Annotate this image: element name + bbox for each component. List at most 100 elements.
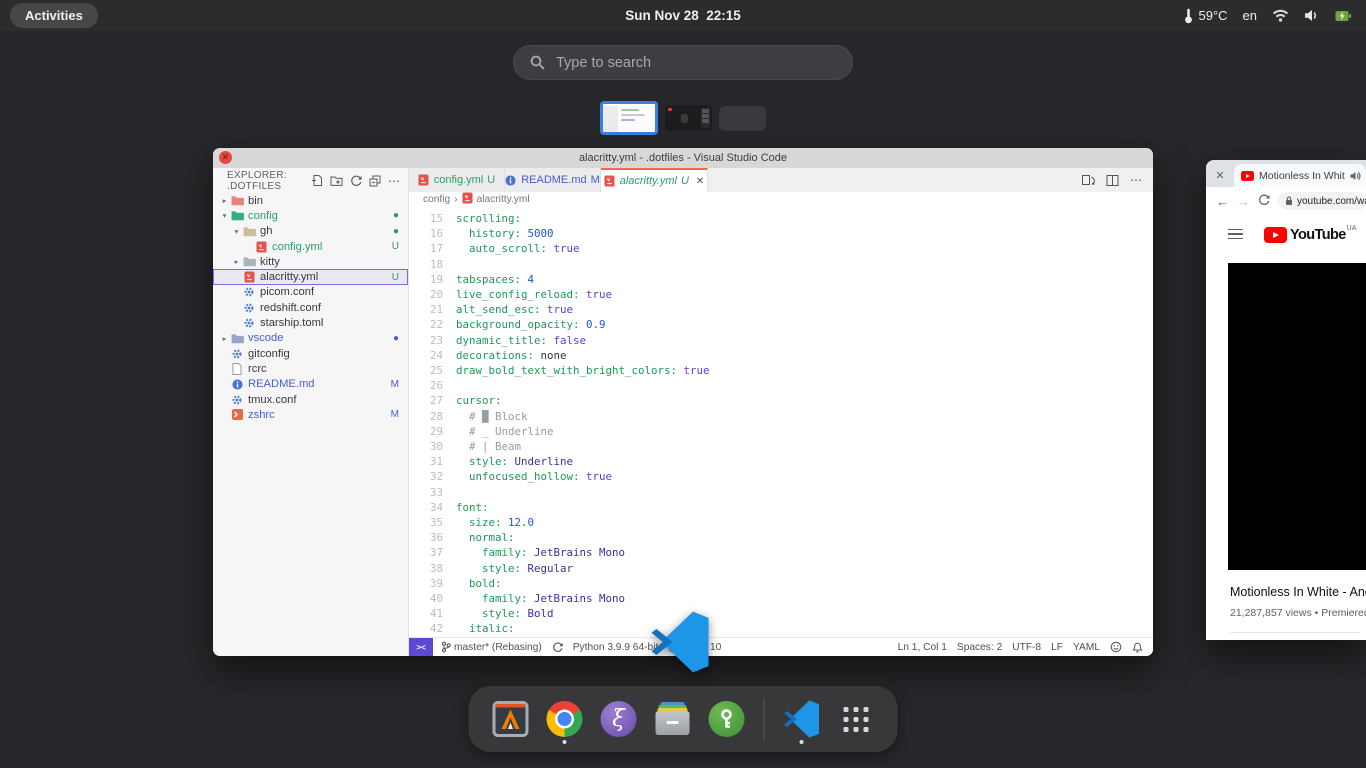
cursor-position[interactable]: Ln 1, Col 1 xyxy=(898,642,947,653)
vscode-titlebar[interactable]: ✕ alacritty.yml - .dotfiles - Visual Stu… xyxy=(213,148,1153,168)
search-input[interactable]: Type to search xyxy=(513,45,853,80)
code-line-31[interactable]: 31 style: Underline xyxy=(409,454,1153,469)
dock-chrome-icon[interactable] xyxy=(545,691,585,747)
breadcrumb-file[interactable]: alacritty.yml xyxy=(477,194,530,205)
code-line-20[interactable]: 20live_config_reload: true xyxy=(409,287,1153,302)
tree-item-picom.conf[interactable]: picom.conf xyxy=(213,285,408,300)
keyboard-layout[interactable]: en xyxy=(1243,8,1257,23)
code-line-36[interactable]: 36 normal: xyxy=(409,530,1153,545)
workspace-thumb-empty[interactable] xyxy=(719,106,766,131)
vscode-window[interactable]: ✕ alacritty.yml - .dotfiles - Visual Stu… xyxy=(213,148,1153,656)
tree-item-starship.toml[interactable]: starship.toml xyxy=(213,315,408,330)
code-line-17[interactable]: 17 auto_scroll: true xyxy=(409,241,1153,256)
code-editor[interactable]: 15scrolling:16 history: 500017 auto_scro… xyxy=(409,207,1153,637)
refresh-icon[interactable] xyxy=(350,175,362,187)
code-line-35[interactable]: 35 size: 12.0 xyxy=(409,515,1153,530)
tree-item-redshift.conf[interactable]: redshift.conf xyxy=(213,300,408,315)
dock-app-grid-icon[interactable] xyxy=(836,691,876,747)
code-line-33[interactable]: 33 xyxy=(409,485,1153,500)
tree-item-zshrc[interactable]: zshrcM xyxy=(213,407,408,422)
language-mode[interactable]: YAML xyxy=(1073,642,1100,653)
code-line-27[interactable]: 27cursor: xyxy=(409,393,1153,408)
code-line-15[interactable]: 15scrolling: xyxy=(409,211,1153,226)
tab-audio-icon[interactable] xyxy=(1350,171,1361,181)
youtube-logo[interactable]: YouTube UA xyxy=(1264,225,1356,243)
code-line-29[interactable]: 29 # _ Underline xyxy=(409,424,1153,439)
code-line-40[interactable]: 40 family: JetBrains Mono xyxy=(409,591,1153,606)
tab-close-button[interactable]: ✕ xyxy=(1206,164,1234,187)
tree-item-tmux.conf[interactable]: tmux.conf xyxy=(213,392,408,407)
indentation[interactable]: Spaces: 2 xyxy=(957,642,1002,653)
system-tray[interactable]: 59°C en xyxy=(1184,0,1352,31)
code-line-24[interactable]: 24decorations: none xyxy=(409,348,1153,363)
menu-icon[interactable] xyxy=(1228,229,1243,240)
code-line-32[interactable]: 32 unfocused_hollow: true xyxy=(409,469,1153,484)
sync-button[interactable] xyxy=(552,642,563,653)
editor-more-icon[interactable]: ⋯ xyxy=(1130,173,1143,187)
code-line-28[interactable]: 28 # █ Block xyxy=(409,409,1153,424)
line-number: 17 xyxy=(409,241,456,256)
dock-files-icon[interactable] xyxy=(653,691,693,747)
code-line-19[interactable]: 19tabspaces: 4 xyxy=(409,272,1153,287)
code-line-37[interactable]: 37 family: JetBrains Mono xyxy=(409,545,1153,560)
chrome-window[interactable]: ✕ Motionless In White - / ← → youtube.co… xyxy=(1206,160,1366,640)
tree-item-alacritty.yml[interactable]: alacritty.ymlU xyxy=(213,269,408,284)
git-branch-item[interactable]: master* (Rebasing) xyxy=(441,641,542,653)
git-status-badge: U xyxy=(392,272,399,283)
forward-button[interactable]: → xyxy=(1237,195,1250,208)
remote-indicator[interactable]: >< xyxy=(409,638,433,656)
tree-item-rcrc[interactable]: rcrc xyxy=(213,361,408,376)
split-editor-icon[interactable] xyxy=(1106,174,1119,187)
code-line-18[interactable]: 18 xyxy=(409,257,1153,272)
code-line-21[interactable]: 21alt_send_esc: true xyxy=(409,302,1153,317)
tree-item-kitty[interactable]: ▸kitty xyxy=(213,254,408,269)
tab-alacritty.yml[interactable]: alacritty.ymlU✕ xyxy=(601,168,708,192)
back-button[interactable]: ← xyxy=(1216,195,1229,208)
code-line-41[interactable]: 41 style: Bold xyxy=(409,606,1153,621)
tree-item-config.yml[interactable]: config.ymlU xyxy=(213,239,408,254)
code-line-42[interactable]: 42 italic: xyxy=(409,621,1153,636)
tree-item-config[interactable]: ▾config● xyxy=(213,208,408,223)
chrome-active-tab[interactable]: Motionless In White - / xyxy=(1234,164,1366,187)
python-interpreter[interactable]: Python 3.9.9 64-bit xyxy=(573,642,659,653)
more-actions-icon[interactable]: ⋯ xyxy=(388,174,400,188)
running-indicator xyxy=(800,740,804,744)
tree-item-gh[interactable]: ▾gh● xyxy=(213,224,408,239)
tab-close-icon[interactable]: ✕ xyxy=(696,176,704,187)
tree-item-vscode[interactable]: ▸vscode● xyxy=(213,331,408,346)
new-folder-icon[interactable] xyxy=(330,175,343,187)
breadcrumb-folder[interactable]: config xyxy=(423,194,450,205)
collapse-folders-icon[interactable] xyxy=(369,175,381,187)
code-line-25[interactable]: 25draw_bold_text_with_bright_colors: tru… xyxy=(409,363,1153,378)
code-line-16[interactable]: 16 history: 5000 xyxy=(409,226,1153,241)
code-line-38[interactable]: 38 style: Regular xyxy=(409,561,1153,576)
open-changes-icon[interactable] xyxy=(1081,174,1095,187)
code-line-26[interactable]: 26 xyxy=(409,378,1153,393)
new-file-icon[interactable] xyxy=(311,174,323,187)
code-line-22[interactable]: 22background_opacity: 0.9 xyxy=(409,317,1153,332)
notifications-bell-icon[interactable] xyxy=(1132,641,1143,653)
feedback-icon[interactable] xyxy=(1110,641,1122,653)
eol-sequence[interactable]: LF xyxy=(1051,642,1063,653)
address-bar[interactable]: youtube.com/wa xyxy=(1278,192,1366,210)
encoding[interactable]: UTF-8 xyxy=(1012,642,1041,653)
dock-keepassxc-icon[interactable] xyxy=(707,691,747,747)
code-line-39[interactable]: 39 bold: xyxy=(409,576,1153,591)
tree-item-gitconfig[interactable]: gitconfig xyxy=(213,346,408,361)
reload-button[interactable] xyxy=(1258,194,1270,208)
code-line-23[interactable]: 23dynamic_title: false xyxy=(409,333,1153,348)
dock-emacs-icon[interactable]: ξ xyxy=(599,691,639,747)
tree-item-bin[interactable]: ▸bin xyxy=(213,193,408,208)
code-line-34[interactable]: 34font: xyxy=(409,500,1153,515)
dock-alacritty-icon[interactable] xyxy=(491,691,531,747)
tab-config.yml[interactable]: config.ymlU xyxy=(409,168,505,192)
tree-item-README.md[interactable]: README.mdM xyxy=(213,377,408,392)
workspace-thumb-vscode[interactable] xyxy=(600,101,658,135)
video-player[interactable] xyxy=(1228,263,1366,570)
tab-README.md[interactable]: README.mdM xyxy=(505,168,601,192)
code-line-30[interactable]: 30 # | Beam xyxy=(409,439,1153,454)
clock[interactable]: Sun Nov 28 22:15 xyxy=(0,8,1366,23)
dock-vscode-icon[interactable] xyxy=(782,691,822,747)
workspace-thumb-youtube[interactable] xyxy=(665,105,712,131)
breadcrumb[interactable]: config › alacritty.yml xyxy=(409,192,1153,207)
